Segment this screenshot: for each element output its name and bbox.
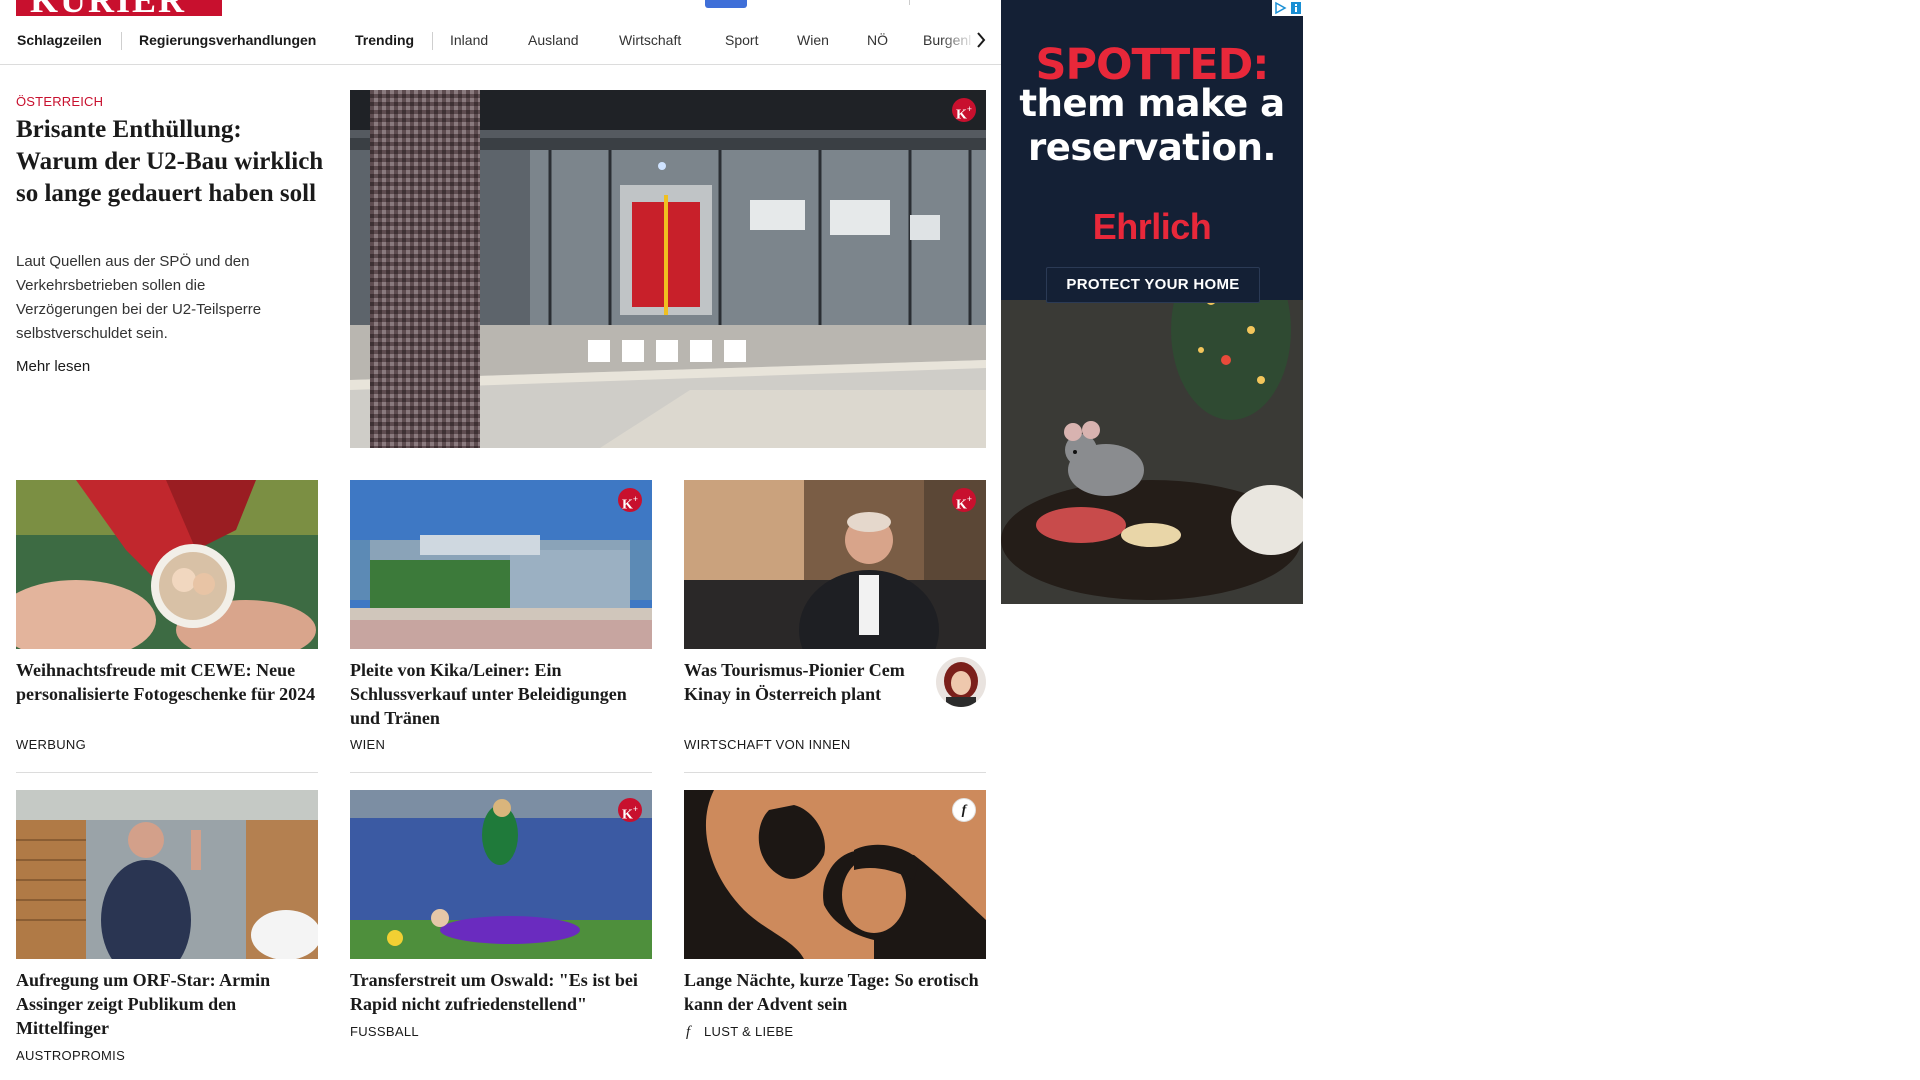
logo-text: KURIER: [30, 0, 186, 16]
card-divider: [350, 772, 652, 773]
nav-item-wien[interactable]: Wien: [797, 32, 829, 48]
ad-choices-icon[interactable]: [1272, 0, 1303, 16]
card-category[interactable]: FUSSBALL: [350, 1024, 419, 1040]
card-title[interactable]: Lange Nächte, kurze Tage: So ero­tisch k…: [684, 968, 986, 1016]
ad-cta-button[interactable]: PROTECT YOUR HOME: [1046, 267, 1260, 303]
card-image-oswald[interactable]: K+: [350, 790, 652, 959]
hero-kicker[interactable]: ÖSTERREICH: [16, 94, 103, 109]
advertisement-banner[interactable]: SPOTTED: them make a reservation. Ehrlic…: [1001, 0, 1303, 604]
nav-item-sport[interactable]: Sport: [725, 32, 758, 48]
nav-item-ausland[interactable]: Ausland: [528, 32, 579, 48]
kplus-badge-icon: K+: [952, 488, 976, 513]
card-divider: [16, 772, 318, 773]
lust-liebe-badge-icon: f: [952, 798, 976, 822]
card-category[interactable]: AUSTROPROMIS: [16, 1048, 125, 1064]
author-avatar: [936, 657, 986, 707]
card-image-cewe[interactable]: [16, 480, 318, 649]
nav-separator: [432, 32, 433, 50]
nav-separator: [121, 32, 122, 50]
card-title[interactable]: Weihnachtsfreude mit CEWE: Neue personal…: [16, 658, 318, 706]
card-divider: [684, 772, 986, 773]
card-category[interactable]: WERBUNG: [16, 737, 86, 753]
chevron-right-icon[interactable]: [970, 28, 992, 52]
kplus-badge-icon: K+: [618, 488, 642, 513]
hero-title[interactable]: Brisante Enthüllung: Warum der U2-Bau wi…: [16, 114, 326, 210]
nav-item-noe[interactable]: NÖ: [867, 32, 888, 48]
card-category[interactable]: WIEN: [350, 737, 385, 753]
hero-teaser: Laut Quellen aus der SPÖ und den Verkehr…: [16, 253, 262, 342]
nav-item-inland[interactable]: Inland: [450, 32, 488, 48]
nav-item-wirtschaft[interactable]: Wirtschaft: [619, 32, 681, 48]
card-image-kika-leiner[interactable]: K+: [350, 480, 652, 649]
header-divider: [909, 0, 910, 5]
card-category[interactable]: WIRTSCHAFT VON INNEN: [684, 737, 851, 753]
nav-item-schlagzeilen[interactable]: Schlagzeilen: [17, 32, 102, 48]
card-title[interactable]: Transferstreit um Oswald: "Es ist bei Ra…: [350, 968, 652, 1016]
card-title[interactable]: Was Tourismus-Pionier Cem Kinay in Öster…: [684, 658, 924, 706]
kurier-logo[interactable]: KURIER: [16, 0, 222, 16]
hero-image-subway-station[interactable]: K+: [350, 90, 986, 448]
header-tab-indicator: [705, 0, 747, 8]
ad-brand-logo: Ehrlich: [1092, 206, 1212, 247]
nav-item-trending[interactable]: Trending: [355, 32, 414, 48]
card-image-assinger[interactable]: [16, 790, 318, 959]
card-title[interactable]: Pleite von Kika/Leiner: Ein Schlussverka…: [350, 658, 652, 730]
nav-item-regierungsverhandlungen[interactable]: Regierungsverhandlungen: [139, 32, 316, 48]
section-nav: Schlagzeilen Regierungsverhandlungen Tre…: [0, 24, 1001, 65]
kplus-badge-icon: K+: [618, 798, 642, 823]
card-image-cem-kinay[interactable]: K+: [684, 480, 986, 649]
ad-headline-2: them make a: [1019, 82, 1285, 125]
lust-liebe-icon: f: [686, 1024, 691, 1040]
card-image-advent[interactable]: f: [684, 790, 986, 959]
card-category[interactable]: LUST & LIEBE: [704, 1024, 793, 1040]
ad-headline-3: reservation.: [1028, 126, 1276, 169]
kplus-badge-icon: K+: [952, 98, 976, 123]
card-title[interactable]: Aufregung um ORF-Star: Armin Assinger ze…: [16, 968, 318, 1040]
read-more-link[interactable]: Mehr lesen: [16, 358, 90, 375]
